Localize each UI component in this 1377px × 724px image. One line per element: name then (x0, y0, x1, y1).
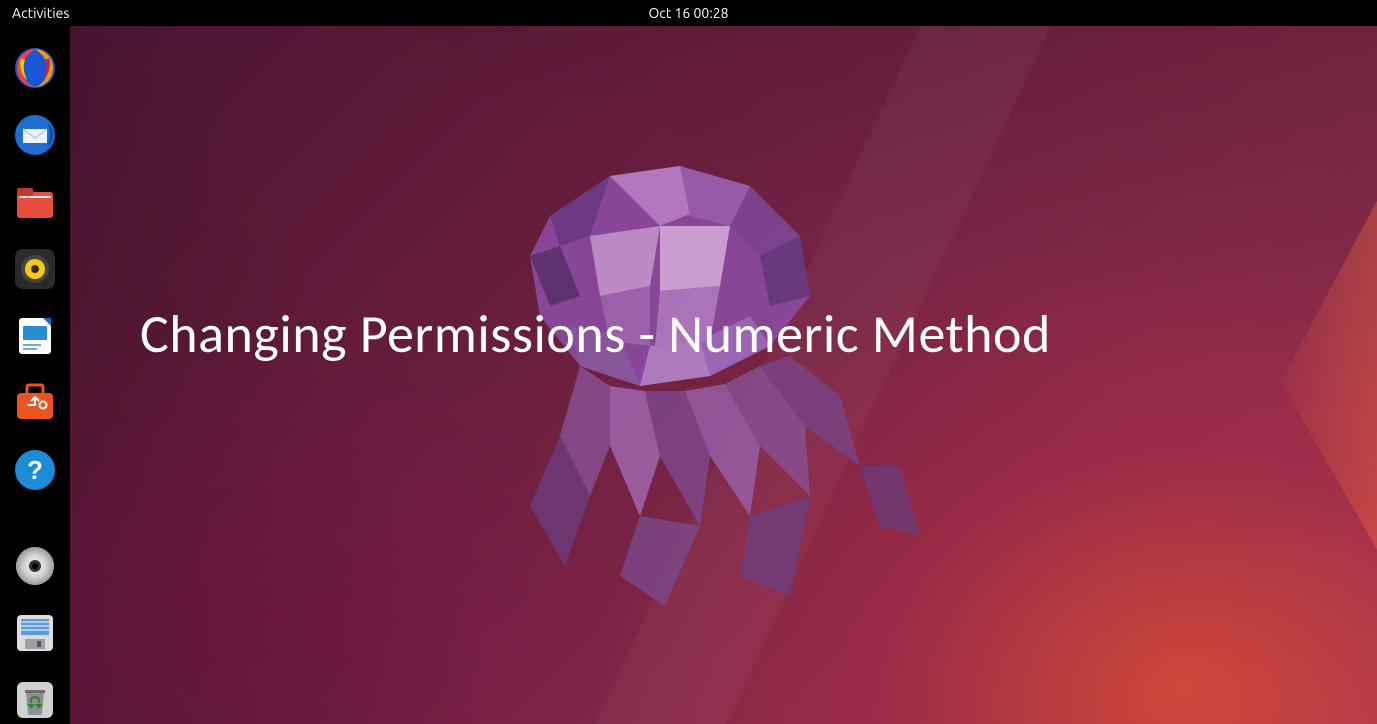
dock-trash-icon[interactable] (11, 677, 59, 724)
top-bar: Activities Oct 16 00:28 (0, 0, 1377, 26)
dock-disc-icon[interactable] (11, 543, 59, 590)
dock-rhythmbox-icon[interactable] (11, 245, 59, 292)
dock-save-icon[interactable] (11, 610, 59, 657)
dock-files-icon[interactable] (11, 178, 59, 225)
workspace: ? (0, 26, 1377, 724)
jellyfish-wallpaper-graphic (410, 146, 970, 626)
overlay-title-text: Changing Permissions - Numeric Method (140, 301, 1337, 367)
activities-button[interactable]: Activities (12, 5, 69, 21)
dock-thunderbird-icon[interactable] (11, 111, 59, 158)
desktop[interactable]: Changing Permissions - Numeric Method (70, 26, 1377, 724)
dock-firefox-icon[interactable] (11, 44, 59, 91)
dock: ? (0, 26, 70, 724)
dock-help-icon[interactable]: ? (11, 446, 59, 493)
clock[interactable]: Oct 16 00:28 (648, 5, 728, 21)
dock-libreoffice-writer-icon[interactable] (11, 312, 59, 359)
dock-ubuntu-software-icon[interactable] (11, 379, 59, 426)
svg-text:?: ? (27, 455, 43, 485)
